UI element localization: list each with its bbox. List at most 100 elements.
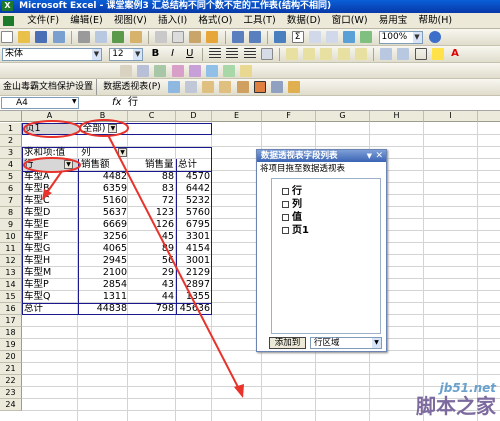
menu-view[interactable]: 视图(V): [110, 13, 151, 28]
field-icon: [282, 187, 289, 195]
menu-data[interactable]: 数据(D): [283, 13, 325, 28]
save-icon[interactable]: [35, 31, 48, 43]
chart-wizard-icon[interactable]: [343, 31, 356, 43]
menu-tools[interactable]: 工具(T): [239, 13, 279, 28]
draw-tool-icon[interactable]: [120, 65, 132, 77]
watermark-site: 脚本之家: [416, 394, 496, 418]
annotation-arrow-1: [45, 170, 63, 195]
fx-icon[interactable]: fx: [112, 96, 121, 110]
field-list-icon[interactable]: [253, 81, 266, 93]
font-color-icon[interactable]: A: [449, 48, 461, 60]
close-icon[interactable]: ✕: [375, 150, 383, 162]
align-center-icon[interactable]: [226, 48, 239, 60]
textbox-icon[interactable]: [154, 65, 167, 77]
menu-insert[interactable]: 插入(I): [154, 13, 191, 28]
hyperlink-icon[interactable]: [274, 31, 287, 43]
pivot-chart-icon[interactable]: [185, 81, 198, 93]
increase-indent-icon[interactable]: [397, 48, 410, 60]
shape-icon[interactable]: [137, 65, 150, 77]
annotation-ellipse-page: [23, 120, 81, 138]
menu-help[interactable]: 帮助(H): [415, 13, 457, 28]
menu-edit[interactable]: 编辑(E): [66, 13, 106, 28]
pivot-pane-header[interactable]: 数据透视表字段列表 ▼ ✕: [257, 150, 386, 162]
pivot-format-icon[interactable]: [167, 81, 180, 93]
new-icon[interactable]: [1, 31, 13, 43]
drawing-icon[interactable]: [360, 31, 373, 43]
show-detail-icon[interactable]: [219, 81, 232, 93]
menu-file[interactable]: 文件(F): [23, 13, 63, 28]
cut-icon[interactable]: [154, 31, 167, 43]
refresh-icon[interactable]: [236, 81, 249, 93]
zoom-value: 100%: [381, 32, 408, 42]
pivot-field-list[interactable]: 行 列 值 页1: [271, 178, 381, 334]
name-box[interactable]: A4: [1, 97, 79, 109]
spreadsheet-grid[interactable]: ABCDEFGHIJ 12345678910111213141516171819…: [0, 111, 500, 421]
formula-content[interactable]: 行: [128, 96, 138, 110]
pivot-table-menu[interactable]: 数据透视表(P): [100, 79, 163, 95]
formatting-toolbar: 宋体 ▼ 12 ▼ B I U A: [0, 46, 500, 63]
line-color-icon[interactable]: [240, 65, 253, 77]
field-icon: [282, 226, 289, 234]
align-right-icon[interactable]: [243, 48, 256, 60]
fill-color-icon[interactable]: [431, 48, 444, 60]
field-item-page[interactable]: 页1: [282, 224, 309, 237]
clipart-icon[interactable]: [205, 65, 218, 77]
chevron-down-icon[interactable]: ▼: [367, 150, 372, 162]
field-item-value[interactable]: 值: [282, 211, 302, 224]
decrease-decimal-icon[interactable]: [354, 48, 367, 60]
font-size-select[interactable]: 12 ▼: [109, 48, 144, 61]
field-icon: [282, 200, 289, 208]
print-icon[interactable]: [77, 31, 90, 43]
annotation-ellipse-row: [23, 157, 81, 173]
paste-icon[interactable]: [189, 31, 202, 43]
format-painter-icon[interactable]: [206, 31, 219, 43]
picture-icon[interactable]: [223, 65, 236, 77]
field-settings-icon[interactable]: [270, 81, 283, 93]
borders-icon[interactable]: [414, 48, 427, 60]
currency-icon[interactable]: [286, 48, 299, 60]
font-select[interactable]: 宋体 ▼: [2, 48, 102, 61]
pivot-pane-title: 数据透视表字段列表: [261, 151, 338, 161]
field-item-row[interactable]: 行: [282, 185, 302, 198]
field-label: 页1: [292, 225, 309, 236]
hide-detail-icon[interactable]: [202, 81, 215, 93]
show-field-list-icon[interactable]: [288, 81, 301, 93]
pivot-field-list-pane[interactable]: 数据透视表字段列表 ▼ ✕ 将项目拖至数据透视表 行 列 值 页1 添加到 行区…: [256, 149, 387, 352]
diagram-icon[interactable]: [188, 65, 201, 77]
standard-toolbar: Σ 100% ▼: [0, 29, 500, 46]
menu-window[interactable]: 窗口(W): [328, 13, 372, 28]
research-icon[interactable]: [129, 31, 142, 43]
watermark-url: jb51.net: [439, 381, 496, 395]
permission-icon[interactable]: [52, 31, 65, 43]
merge-center-icon[interactable]: [260, 48, 273, 60]
area-value: 行区域: [314, 338, 340, 348]
underline-button[interactable]: U: [184, 48, 196, 60]
menu-format[interactable]: 格式(O): [194, 13, 236, 28]
italic-button[interactable]: I: [167, 48, 179, 60]
chevron-down-icon: ▼: [92, 49, 101, 60]
field-item-column[interactable]: 列: [282, 198, 302, 211]
wps-protect-label[interactable]: 金山毒霸文档保护设置: [0, 79, 98, 95]
field-label: 行: [292, 186, 302, 197]
undo-icon[interactable]: [231, 31, 244, 43]
align-left-icon[interactable]: [209, 48, 222, 60]
bold-button[interactable]: B: [149, 48, 161, 60]
autosum-icon[interactable]: Σ: [291, 31, 304, 43]
comma-style-icon[interactable]: [320, 48, 333, 60]
menu-easyuse[interactable]: 易用宝: [375, 13, 412, 28]
decrease-indent-icon[interactable]: [380, 48, 393, 60]
area-select[interactable]: 行区域 ▼: [310, 337, 382, 349]
increase-decimal-icon[interactable]: [337, 48, 350, 60]
percent-icon[interactable]: [303, 48, 316, 60]
print-preview-icon[interactable]: [95, 31, 108, 43]
spelling-icon[interactable]: [112, 31, 125, 43]
redo-icon[interactable]: [249, 31, 261, 43]
help-icon[interactable]: [428, 31, 441, 43]
zoom-select[interactable]: 100% ▼: [378, 31, 423, 44]
sort-ascending-icon[interactable]: [308, 31, 321, 43]
add-to-button[interactable]: 添加到: [269, 337, 306, 349]
sort-descending-icon[interactable]: [325, 31, 338, 43]
open-icon[interactable]: [18, 31, 31, 43]
wordart-icon[interactable]: [171, 65, 184, 77]
copy-icon[interactable]: [172, 31, 185, 43]
